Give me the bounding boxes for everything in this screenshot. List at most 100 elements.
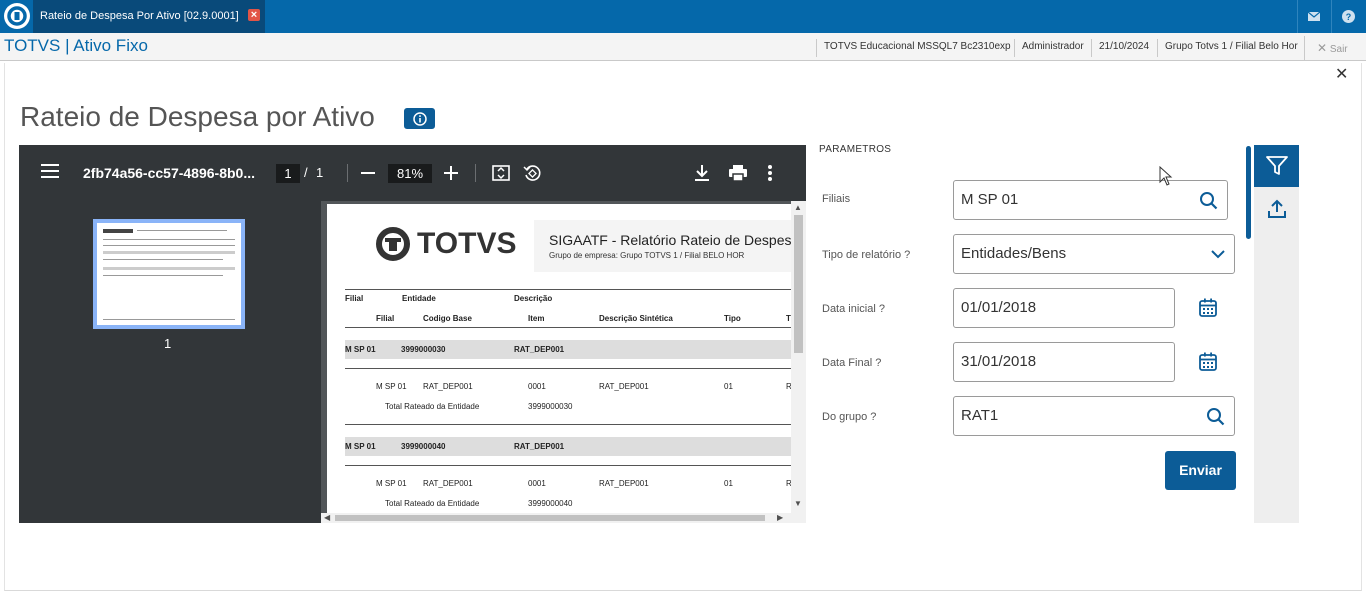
tipo-relatorio-value: Entidades/Bens <box>961 245 1067 262</box>
search-icon[interactable] <box>1199 191 1218 210</box>
data-inicial-input[interactable]: 01/01/2018 <box>953 288 1175 328</box>
header-item: Item <box>528 314 545 323</box>
zoom-in-icon[interactable] <box>444 163 458 183</box>
totvs-report-logo-icon <box>376 227 410 261</box>
download-icon[interactable] <box>693 163 711 183</box>
logout-button[interactable]: ✕ Sair <box>1304 36 1348 60</box>
row-codigo-base: RAT_DEP001 <box>423 479 473 488</box>
row-descricao: RAT_DEP001 <box>599 479 649 488</box>
row-item: 0001 <box>528 479 546 488</box>
thumbnail-pane: 1 <box>19 201 321 523</box>
help-button[interactable]: ? <box>1331 0 1364 33</box>
totvs-logo-icon[interactable] <box>4 3 30 29</box>
report-logo: TOTVS <box>375 226 516 262</box>
dialog-close-icon[interactable]: ✕ <box>1335 64 1348 84</box>
page-total: 1 <box>316 165 324 180</box>
svg-text:?: ? <box>1345 12 1351 22</box>
filiais-value: M SP 01 <box>961 191 1019 208</box>
group-entidade: 3999000030 <box>401 345 446 354</box>
report-rule <box>345 424 791 425</box>
close-icon: ✕ <box>1317 41 1328 55</box>
filiais-input[interactable]: M SP 01 <box>953 180 1228 220</box>
fit-page-icon[interactable] <box>491 163 511 183</box>
header-entidade: Entidade <box>402 294 436 303</box>
report-logo-text: TOTVS <box>417 227 517 260</box>
enviar-button[interactable]: Enviar <box>1165 451 1236 490</box>
filiais-label: Filiais <box>822 193 851 205</box>
toolbar-divider <box>475 164 476 182</box>
group-filial: M SP 01 <box>345 442 376 451</box>
grupo-value: RAT1 <box>961 407 999 424</box>
row-item: 0001 <box>528 382 546 391</box>
filter-icon <box>1265 156 1288 175</box>
header-descricao: Descrição <box>514 294 553 303</box>
search-icon[interactable] <box>1206 407 1225 426</box>
more-options-icon[interactable] <box>767 163 773 183</box>
user-info: Administrador <box>1014 39 1084 57</box>
header-descricao-sintetica: Descrição Sintética <box>599 314 673 323</box>
data-final-value: 31/01/2018 <box>961 353 1037 370</box>
rotate-icon[interactable] <box>522 163 542 183</box>
vertical-scrollbar[interactable]: ▲ ▼ <box>791 201 806 523</box>
row-filial: M SP 01 <box>376 479 407 488</box>
thumbnail-line <box>103 251 235 254</box>
calendar-icon[interactable] <box>1198 297 1218 318</box>
row-codigo-base: RAT_DEP001 <box>423 382 473 391</box>
thumbnail-line <box>103 259 223 260</box>
horizontal-scrollbar[interactable]: ◀ ▶ <box>321 513 791 523</box>
thumbnail-line <box>103 229 133 233</box>
thumbnail-line <box>103 275 223 276</box>
scroll-down-icon[interactable]: ▼ <box>794 499 802 508</box>
header-tipo: Tipo <box>724 314 741 323</box>
page-number-input[interactable]: 1 <box>276 164 300 183</box>
environment-info: TOTVS Educacional MSSQL7 Bc2310exp <box>816 39 1011 57</box>
grupo-input[interactable]: RAT1 <box>953 396 1235 436</box>
filter-button[interactable] <box>1254 145 1299 187</box>
tipo-relatorio-select[interactable]: Entidades/Bens <box>953 234 1235 274</box>
info-icon <box>412 111 427 126</box>
panel-scrollbar[interactable] <box>1246 146 1251 239</box>
chevron-down-icon <box>1211 250 1225 259</box>
toolbar-divider <box>347 164 348 182</box>
page-thumbnail[interactable] <box>93 219 245 329</box>
thumbnail-page-number: 1 <box>164 336 172 351</box>
report-rule <box>345 289 791 290</box>
total-label: Total Rateado da Entidade <box>385 402 480 411</box>
tab-rateio-despesa[interactable]: Rateio de Despesa Por Ativo [02.9.0001] … <box>33 0 265 33</box>
thumbnail-line <box>103 319 235 320</box>
zoom-level-input[interactable]: 81% <box>388 164 432 183</box>
print-icon[interactable] <box>728 163 748 183</box>
report-title: SIGAATF - Relatório Rateio de Despesa po… <box>549 232 791 248</box>
app-title: TOTVS | Ativo Fixo <box>4 36 148 55</box>
total-value: 3999000030 <box>528 402 573 411</box>
zoom-out-icon[interactable] <box>361 163 375 183</box>
header-filial: Filial <box>345 294 364 303</box>
scroll-up-icon[interactable]: ▲ <box>794 203 802 212</box>
scroll-right-icon[interactable]: ▶ <box>777 513 783 522</box>
header-codigo-base: Codigo Base <box>423 314 472 323</box>
tab-close-icon[interactable]: × <box>248 9 260 21</box>
total-value: 3999000040 <box>528 499 573 508</box>
data-final-input[interactable]: 31/01/2018 <box>953 342 1175 382</box>
pdf-viewer: 2fb74a56-cc57-4896-8b0... 1 / 1 81% 1 TO… <box>19 145 806 523</box>
horizontal-scroll-thumb[interactable] <box>335 515 765 521</box>
parameters-heading: PARAMETROS <box>819 144 892 155</box>
row-filial: M SP 01 <box>376 382 407 391</box>
group-entidade: 3999000040 <box>401 442 446 451</box>
vertical-scroll-thumb[interactable] <box>794 215 803 353</box>
logout-label: Sair <box>1329 44 1348 55</box>
calendar-icon[interactable] <box>1198 351 1218 372</box>
group-descricao: RAT_DEP001 <box>514 442 565 451</box>
report-rule <box>345 327 791 328</box>
info-button[interactable] <box>404 108 435 129</box>
app-header: TOTVS | Ativo Fixo TOTVS Educacional MSS… <box>0 33 1366 61</box>
scroll-left-icon[interactable]: ◀ <box>324 513 330 522</box>
menu-icon[interactable] <box>41 164 59 178</box>
mail-icon <box>1308 12 1320 21</box>
export-button[interactable] <box>1254 190 1299 228</box>
thumbnail-line <box>137 230 227 231</box>
pdf-page: TOTVS SIGAATF - Relatório Rateio de Desp… <box>327 204 791 520</box>
mail-button[interactable] <box>1297 0 1330 33</box>
company-info[interactable]: Grupo Totvs 1 / Filial Belo Hor <box>1157 39 1298 57</box>
report-header-box: SIGAATF - Relatório Rateio de Despesa po… <box>534 220 791 272</box>
